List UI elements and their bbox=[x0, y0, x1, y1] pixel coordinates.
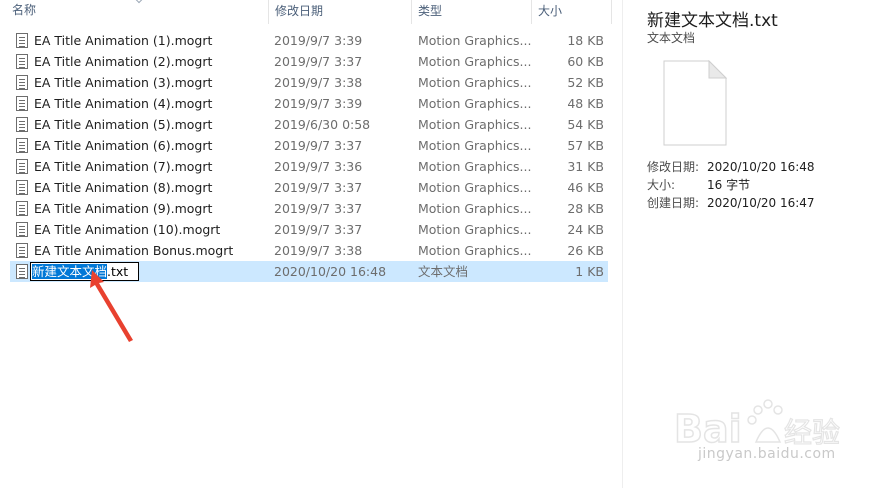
file-size: 24 KB bbox=[567, 222, 604, 237]
file-size: 28 KB bbox=[567, 201, 604, 216]
file-type: Motion Graphics... bbox=[418, 159, 532, 174]
file-name: EA Title Animation Bonus.mogrt bbox=[34, 243, 234, 258]
file-name: EA Title Animation (1).mogrt bbox=[34, 33, 213, 48]
file-date: 2019/9/7 3:37 bbox=[274, 54, 363, 69]
file-row[interactable]: EA Title Animation (7).mogrt 2019/9/7 3:… bbox=[10, 156, 608, 177]
file-name: EA Title Animation (9).mogrt bbox=[34, 201, 213, 216]
file-name: EA Title Animation (6).mogrt bbox=[34, 138, 213, 153]
file-icon bbox=[16, 96, 28, 111]
file-size: 52 KB bbox=[567, 75, 604, 90]
svg-text:经验: 经验 bbox=[784, 416, 840, 449]
file-size: 18 KB bbox=[567, 33, 604, 48]
file-icon bbox=[16, 222, 28, 237]
column-type-header[interactable]: 类型 bbox=[411, 0, 531, 24]
prop-value: 2020/10/20 16:48 bbox=[707, 160, 815, 174]
details-title: 新建文本文档.txt bbox=[647, 11, 778, 31]
file-type: Motion Graphics... bbox=[418, 96, 532, 111]
file-size: 1 KB bbox=[575, 264, 604, 279]
file-type: Motion Graphics... bbox=[418, 75, 532, 90]
file-date: 2020/10/20 16:48 bbox=[274, 264, 387, 279]
file-type: Motion Graphics... bbox=[418, 138, 532, 153]
file-row[interactable]: EA Title Animation (9).mogrt 2019/9/7 3:… bbox=[10, 198, 608, 219]
file-name: EA Title Animation (10).mogrt bbox=[34, 222, 221, 237]
file-icon bbox=[16, 117, 28, 132]
file-name: EA Title Animation (7).mogrt bbox=[34, 159, 213, 174]
file-size: 54 KB bbox=[567, 117, 604, 132]
file-icon bbox=[16, 33, 28, 48]
file-date: 2019/9/7 3:37 bbox=[274, 222, 363, 237]
file-icon bbox=[16, 138, 28, 153]
annotation-arrow-icon bbox=[90, 270, 133, 342]
prop-label: 大小: bbox=[647, 178, 676, 192]
file-date: 2019/6/30 0:58 bbox=[274, 117, 371, 132]
file-size: 31 KB bbox=[567, 159, 604, 174]
file-name: EA Title Animation (3).mogrt bbox=[34, 75, 213, 90]
column-separator bbox=[611, 0, 612, 24]
file-type: Motion Graphics... bbox=[418, 180, 532, 195]
file-row[interactable]: EA Title Animation (6).mogrt 2019/9/7 3:… bbox=[10, 135, 608, 156]
file-row[interactable]: EA Title Animation (1).mogrt 2019/9/7 3:… bbox=[10, 30, 608, 51]
file-row[interactable]: EA Title Animation (10).mogrt 2019/9/7 3… bbox=[10, 219, 608, 240]
column-name-header[interactable]: 名称 bbox=[0, 0, 268, 23]
file-size: 46 KB bbox=[567, 180, 604, 195]
file-date: 2019/9/7 3:39 bbox=[274, 33, 363, 48]
file-date: 2019/9/7 3:37 bbox=[274, 138, 363, 153]
file-type: Motion Graphics... bbox=[418, 243, 532, 258]
file-name: EA Title Animation (8).mogrt bbox=[34, 180, 213, 195]
details-subtitle: 文本文档 bbox=[647, 31, 696, 45]
prop-label: 修改日期: bbox=[647, 160, 700, 174]
file-type: 文本文档 bbox=[418, 264, 469, 279]
prop-label: 创建日期: bbox=[647, 196, 700, 210]
column-date-header[interactable]: 修改日期 bbox=[268, 0, 411, 24]
file-type: Motion Graphics... bbox=[418, 33, 532, 48]
prop-value: 2020/10/20 16:47 bbox=[707, 196, 815, 210]
file-icon bbox=[16, 243, 28, 258]
file-type: Motion Graphics... bbox=[418, 117, 532, 132]
column-size-header[interactable]: 大小 bbox=[531, 0, 611, 24]
file-row[interactable]: EA Title Animation (3).mogrt 2019/9/7 3:… bbox=[10, 72, 608, 93]
file-date: 2019/9/7 3:36 bbox=[274, 159, 363, 174]
file-type: Motion Graphics... bbox=[418, 54, 532, 69]
file-date: 2019/9/7 3:38 bbox=[274, 75, 363, 90]
file-type: Motion Graphics... bbox=[418, 222, 532, 237]
file-size: 57 KB bbox=[567, 138, 604, 153]
file-icon bbox=[16, 159, 28, 174]
file-name: EA Title Animation (5).mogrt bbox=[34, 117, 213, 132]
file-icon bbox=[16, 264, 28, 279]
svg-text:Bai: Bai bbox=[674, 407, 742, 451]
file-type: Motion Graphics... bbox=[418, 201, 532, 216]
file-size: 60 KB bbox=[567, 54, 604, 69]
prop-value: 16 字节 bbox=[707, 178, 751, 192]
text-document-icon bbox=[663, 60, 727, 146]
file-date: 2019/9/7 3:37 bbox=[274, 180, 363, 195]
file-size: 26 KB bbox=[567, 243, 604, 258]
file-row[interactable]: EA Title Animation (5).mogrt 2019/6/30 0… bbox=[10, 114, 608, 135]
file-row[interactable]: EA Title Animation (2).mogrt 2019/9/7 3:… bbox=[10, 51, 608, 72]
file-row[interactable]: EA Title Animation Bonus.mogrt 2019/9/7 … bbox=[10, 240, 608, 261]
file-icon bbox=[16, 201, 28, 216]
file-icon bbox=[16, 54, 28, 69]
file-date: 2019/9/7 3:37 bbox=[274, 201, 363, 216]
file-date: 2019/9/7 3:39 bbox=[274, 96, 363, 111]
file-icon bbox=[16, 180, 28, 195]
file-size: 48 KB bbox=[567, 96, 604, 111]
file-date: 2019/9/7 3:38 bbox=[274, 243, 363, 258]
file-name: EA Title Animation (2).mogrt bbox=[34, 54, 213, 69]
file-name: EA Title Animation (4).mogrt bbox=[34, 96, 213, 111]
file-row[interactable]: EA Title Animation (8).mogrt 2019/9/7 3:… bbox=[10, 177, 608, 198]
watermark-url: jingyan.baidu.com bbox=[698, 446, 836, 462]
file-row[interactable]: EA Title Animation (4).mogrt 2019/9/7 3:… bbox=[10, 93, 608, 114]
column-header: 名称 修改日期 类型 大小 bbox=[0, 0, 612, 24]
file-icon bbox=[16, 75, 28, 90]
